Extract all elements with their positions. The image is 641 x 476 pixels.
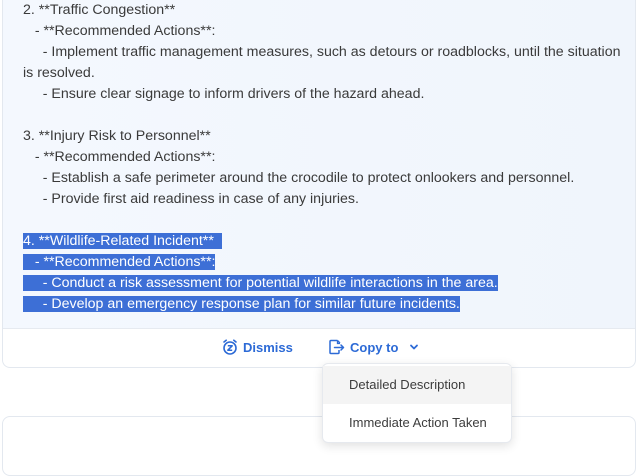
line-text: - Ensure clear signage to inform drivers… bbox=[23, 86, 425, 102]
next-card bbox=[2, 416, 636, 476]
text-line: - Implement traffic management measures,… bbox=[23, 42, 635, 63]
text-line: - Develop an emergency response plan for… bbox=[23, 294, 635, 315]
text-line: - Provide first aid readiness in case of… bbox=[23, 189, 635, 210]
text-line: is resolved. bbox=[23, 63, 635, 84]
text-line: 2. **Traffic Congestion** bbox=[23, 0, 635, 21]
card-actions: Dismiss Copy to bbox=[3, 329, 635, 367]
text-line: - Conduct a risk assessment for potentia… bbox=[23, 273, 635, 294]
copy-to-dropdown-menu: Detailed Description Immediate Action Ta… bbox=[322, 363, 512, 443]
response-text: 2. **Traffic Congestion** - **Recommende… bbox=[23, 0, 635, 315]
text-line: - **Recommended Actions**: bbox=[23, 252, 635, 273]
text-line: - Establish a safe perimeter around the … bbox=[23, 168, 635, 189]
dismiss-label: Dismiss bbox=[243, 339, 293, 355]
line-text: - **Recommended Actions**: bbox=[23, 23, 216, 39]
dismiss-button[interactable]: Dismiss bbox=[222, 339, 293, 355]
copy-to-button[interactable]: Copy to bbox=[328, 339, 419, 355]
text-line: - **Recommended Actions**: bbox=[23, 147, 635, 168]
snooze-clock-icon bbox=[222, 339, 238, 355]
chevron-down-icon bbox=[409, 343, 419, 351]
line-text: - **Recommended Actions**: bbox=[23, 149, 216, 165]
copy-to-label: Copy to bbox=[350, 339, 399, 355]
text-line: 3. **Injury Risk to Personnel** bbox=[23, 126, 635, 147]
text-line: 4. **Wildlife-Related Incident** bbox=[23, 231, 635, 252]
response-text-area[interactable]: 2. **Traffic Congestion** - **Recommende… bbox=[3, 0, 635, 328]
menu-item-detailed-description[interactable]: Detailed Description bbox=[323, 366, 511, 404]
selected-text: - Develop an emergency response plan for… bbox=[23, 296, 460, 312]
text-line bbox=[23, 210, 635, 231]
line-text: is resolved. bbox=[23, 65, 95, 81]
text-line: - **Recommended Actions**: bbox=[23, 21, 635, 42]
line-text: 3. **Injury Risk to Personnel** bbox=[23, 128, 211, 144]
text-line bbox=[23, 105, 635, 126]
menu-item-immediate-action-taken[interactable]: Immediate Action Taken bbox=[323, 404, 511, 442]
line-text: - Establish a safe perimeter around the … bbox=[23, 170, 575, 186]
text-line: - Ensure clear signage to inform drivers… bbox=[23, 84, 635, 105]
line-text: - Implement traffic management measures,… bbox=[23, 44, 621, 60]
selected-text: 4. **Wildlife-Related Incident** bbox=[23, 233, 222, 249]
selected-text: - Conduct a risk assessment for potentia… bbox=[23, 275, 498, 291]
line-text: - Provide first aid readiness in case of… bbox=[23, 191, 359, 207]
response-card: 2. **Traffic Congestion** - **Recommende… bbox=[2, 0, 636, 368]
export-icon bbox=[328, 339, 345, 355]
line-text: 2. **Traffic Congestion** bbox=[23, 2, 176, 18]
selected-text: - **Recommended Actions**: bbox=[23, 254, 216, 270]
